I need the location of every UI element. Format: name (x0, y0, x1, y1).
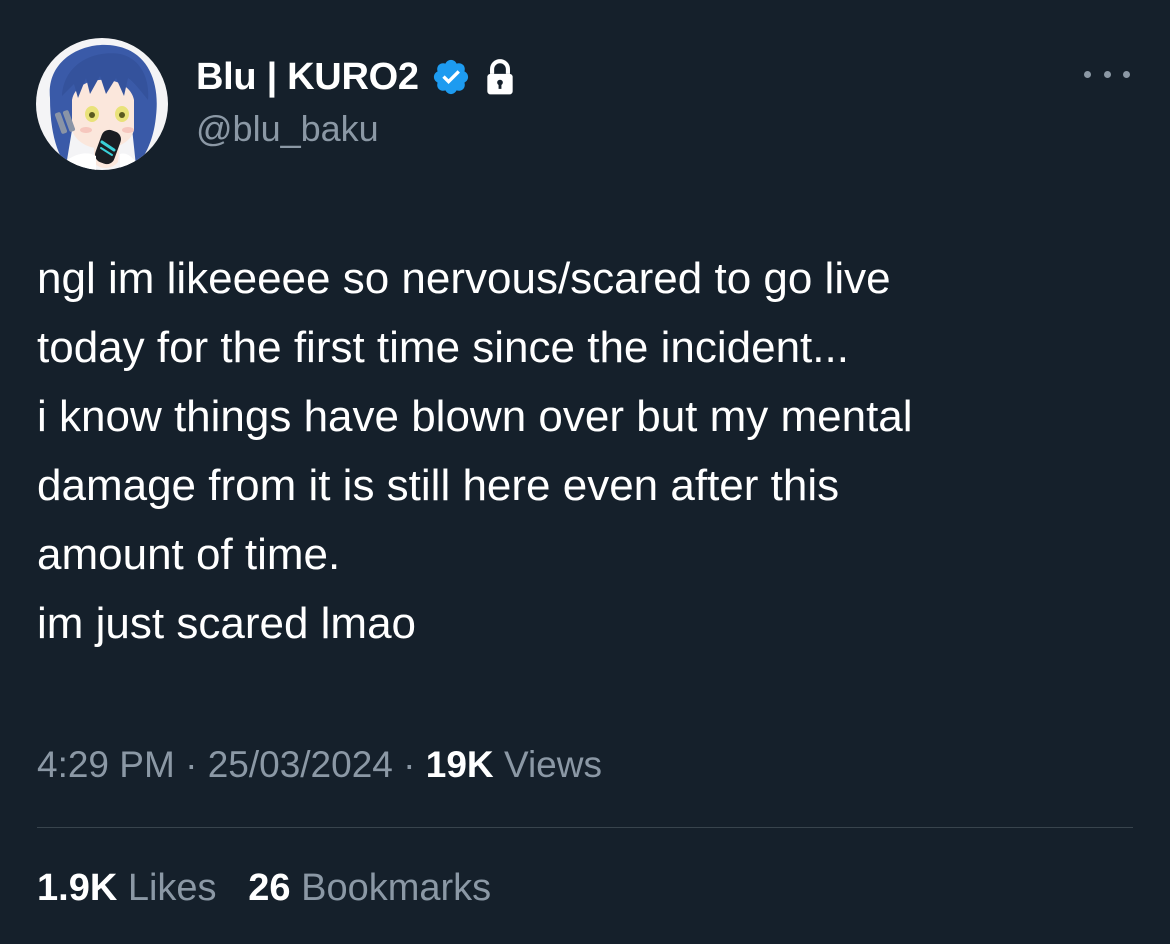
likes-label: Likes (127, 867, 217, 909)
user-handle[interactable]: @blu_baku (196, 108, 379, 150)
lock-icon (483, 58, 517, 96)
tweet-line: i know things have blown over but my men… (37, 392, 913, 441)
engagement-stats: 1.9K Likes 26 Bookmarks (37, 862, 491, 914)
tweet-line: im just scared lmao (37, 599, 417, 648)
tweet-text: ngl im likeeeee so nervous/scared to go … (37, 244, 1137, 658)
bookmarks-stat[interactable]: 26 Bookmarks (248, 867, 491, 909)
more-horizontal-icon-dot (1103, 70, 1111, 78)
more-options-button[interactable] (1084, 62, 1130, 86)
bookmarks-label: Bookmarks (301, 867, 492, 909)
tweet-time[interactable]: 4:29 PM (37, 744, 175, 785)
author-name-row: Blu | KURO2 (196, 52, 517, 102)
tweet-metadata: 4:29 PM · 25/03/2024 · 19K Views (37, 740, 602, 790)
tweet-line: today for the first time since the incid… (37, 323, 849, 372)
more-horizontal-icon-dot (1123, 70, 1130, 78)
more-horizontal-icon (1084, 70, 1091, 78)
tweet-line: ngl im likeeeee so nervous/scared to go … (37, 254, 891, 303)
views-count: 19K (425, 744, 494, 785)
tweet-date[interactable]: 25/03/2024 (208, 744, 393, 785)
likes-stat[interactable]: 1.9K Likes (37, 867, 217, 909)
display-name[interactable]: Blu | KURO2 (196, 56, 419, 99)
avatar-image (36, 38, 168, 170)
likes-count: 1.9K (37, 867, 118, 909)
tweet-line: damage from it is still here even after … (37, 461, 840, 510)
verified-badge-icon[interactable] (431, 57, 471, 97)
tweet-line: amount of time. (37, 530, 341, 579)
bookmarks-count: 26 (248, 867, 291, 909)
divider (37, 827, 1133, 828)
meta-separator: · (403, 744, 416, 785)
meta-separator: · (185, 744, 198, 785)
avatar[interactable] (36, 38, 168, 170)
views-label: Views (503, 744, 602, 785)
